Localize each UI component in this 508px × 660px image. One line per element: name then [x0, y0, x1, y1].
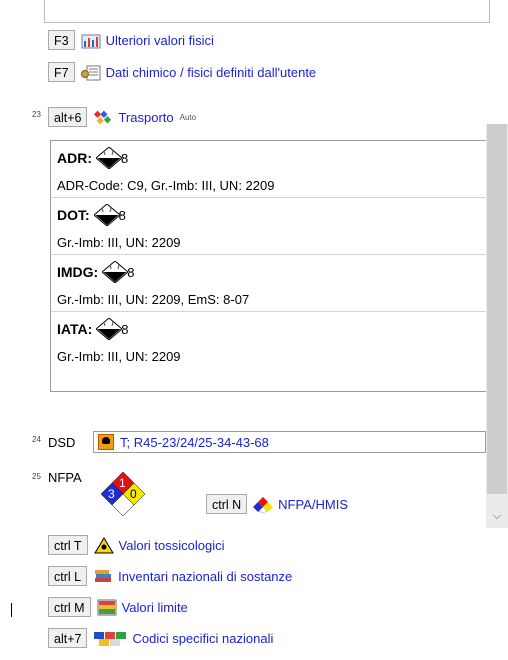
user-data-icon	[80, 65, 101, 80]
section-number-25: 25	[32, 472, 41, 481]
toxicology-link[interactable]: Valori tossicologici	[119, 538, 225, 553]
alt-7-key-button[interactable]: alt+7	[48, 628, 88, 648]
adr-detail: ADR-Code: C9, Gr.-Imb: III, UN: 2209	[57, 178, 275, 193]
transport-link[interactable]: Trasporto	[118, 110, 173, 125]
section-number-24: 24	[32, 435, 41, 444]
toxic-skull-icon	[98, 434, 114, 450]
dsd-value-link[interactable]: T; R45-23/24/25-34-43-68	[120, 435, 269, 450]
nfpa-health-rating: 3	[108, 487, 115, 501]
limit-values-link[interactable]: Valori limite	[122, 600, 188, 615]
dsd-label: DSD	[48, 435, 76, 450]
shortcut-row-toxicology: ctrl T Valori tossicologici	[48, 535, 225, 555]
transport-entry-adr: ADR: 8 ADR-Code: C9, Gr.-Imb: III, UN: 2…	[51, 141, 487, 198]
dsd-field: T; R45-23/24/25-34-43-68	[93, 431, 486, 453]
transport-icon	[94, 110, 112, 124]
f3-link[interactable]: Ulteriori valori fisici	[106, 33, 214, 48]
nfpa-reactivity-rating: 0	[130, 487, 137, 501]
transport-key-button[interactable]: alt+6	[48, 107, 88, 127]
transport-entry-imdg: IMDG: 8 Gr.-Imb: III, UN: 2209, EmS: 8-0…	[51, 255, 487, 312]
previous-section-strip	[44, 0, 490, 23]
imdg-label: IMDG:	[57, 264, 99, 280]
ctrl-m-key-button[interactable]: ctrl M	[48, 597, 91, 617]
nfpa-hmis-icon	[253, 496, 274, 513]
dot-class: 8	[118, 207, 126, 223]
corrosive-class-8-icon	[96, 318, 123, 340]
nfpa-fire-rating: 1	[119, 476, 126, 490]
text-cursor-mark	[11, 603, 12, 617]
scroll-down-arrow-icon[interactable]: ⌵	[490, 509, 504, 523]
national-codes-link[interactable]: Codici specifici nazionali	[132, 631, 273, 646]
section-number-23: 23	[32, 110, 41, 119]
nfpa-row: ctrl N NFPA/HMIS	[206, 494, 348, 514]
books-icon	[95, 569, 112, 582]
transport-entry-iata: IATA: 8 Gr.-Imb: III, UN: 2209	[51, 312, 487, 368]
toxicology-icon	[93, 536, 114, 553]
physical-values-icon	[81, 34, 101, 48]
f7-row: F7 Dati chimico / fisici definiti dall'u…	[48, 62, 316, 82]
nfpa-key-button[interactable]: ctrl N	[206, 494, 248, 514]
nfpa-diamond: 1 3 0	[82, 472, 164, 516]
transport-row: alt+6 Trasporto Auto	[48, 107, 196, 127]
corrosive-class-8-icon	[93, 204, 120, 226]
iata-detail: Gr.-Imb: III, UN: 2209	[57, 349, 181, 364]
transport-details-box: ADR: 8 ADR-Code: C9, Gr.-Imb: III, UN: 2…	[50, 140, 487, 392]
flags-icon	[94, 631, 127, 646]
nfpa-label: NFPA	[48, 470, 82, 485]
ctrl-t-key-button[interactable]: ctrl T	[48, 535, 88, 555]
iata-label: IATA:	[57, 321, 93, 337]
dot-label: DOT:	[57, 207, 90, 223]
adr-class: 8	[121, 150, 129, 166]
inventories-link[interactable]: Inventari nazionali di sostanze	[118, 569, 292, 584]
f7-link[interactable]: Dati chimico / fisici definiti dall'uten…	[106, 65, 317, 80]
f3-row: F3 Ulteriori valori fisici	[48, 30, 214, 50]
ctrl-l-key-button[interactable]: ctrl L	[48, 566, 88, 586]
imdg-detail: Gr.-Imb: III, UN: 2209, EmS: 8-07	[57, 292, 250, 307]
transport-auto-badge: Auto	[179, 112, 197, 122]
adr-label: ADR:	[57, 150, 92, 166]
dot-detail: Gr.-Imb: III, UN: 2209	[57, 235, 181, 250]
nfpa-hmis-link[interactable]: NFPA/HMIS	[278, 497, 348, 512]
shortcut-row-inventories: ctrl L Inventari nazionali di sostanze	[48, 566, 292, 586]
transport-entry-dot: DOT: 8 Gr.-Imb: III, UN: 2209	[51, 198, 487, 255]
limit-values-icon	[97, 599, 117, 615]
corrosive-class-8-icon	[102, 261, 129, 283]
iata-class: 8	[121, 321, 129, 337]
shortcut-row-national-codes: alt+7 Codici specifici nazionali	[48, 628, 273, 648]
imdg-class: 8	[127, 264, 135, 280]
f3-key-button[interactable]: F3	[48, 30, 75, 50]
shortcut-row-limit-values: ctrl M Valori limite	[48, 597, 188, 617]
f7-key-button[interactable]: F7	[48, 62, 75, 82]
scrollbar-thumb[interactable]	[487, 124, 507, 494]
corrosive-class-8-icon	[96, 147, 122, 169]
